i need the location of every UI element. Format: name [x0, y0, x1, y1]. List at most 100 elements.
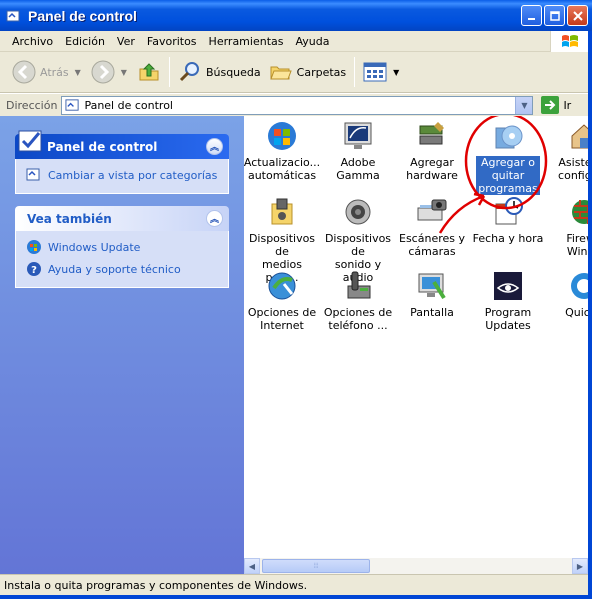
network-setup-item[interactable]: Asistenteconfigura	[546, 120, 588, 182]
status-text: Instala o quita programas y componentes …	[4, 578, 308, 592]
forward-button[interactable]	[87, 55, 119, 89]
folders-icon	[269, 66, 292, 80]
title-bar[interactable]: Panel de control	[0, 0, 592, 31]
menu-ver[interactable]: Ver	[111, 35, 141, 48]
menu-archivo[interactable]: Archivo	[6, 35, 59, 48]
views-dropdown-icon: ▼	[393, 67, 400, 77]
back-button[interactable]: Atrás	[8, 55, 73, 89]
phone-options-item[interactable]: Opciones de teléfono ...	[320, 270, 396, 332]
menu-ayuda[interactable]: Ayuda	[289, 35, 335, 48]
see-also-header[interactable]: Vea también ︽	[15, 206, 229, 231]
see-also-task-box: Vea también ︽ Windows Update ? Ayuda y s…	[15, 206, 229, 288]
control-panel-task-body: Cambiar a vista por categorías	[15, 159, 229, 194]
horizontal-scrollbar[interactable]: ◀ ⦙⦙⦙ ▶	[244, 558, 588, 574]
search-button[interactable]: Búsqueda	[174, 55, 265, 89]
window-border-right	[588, 31, 592, 599]
add-hardware-item[interactable]: Agregar hardware	[394, 120, 470, 182]
control-panel-large-icon	[18, 130, 42, 152]
windows-update-icon	[27, 240, 41, 254]
folders-label: Carpetas	[296, 65, 347, 79]
collapse-icon[interactable]: ︽	[206, 210, 223, 227]
switch-category-view-link[interactable]: Cambiar a vista por categorías	[26, 167, 218, 183]
collapse-icon[interactable]: ︽	[206, 138, 223, 155]
help-icon: ?	[27, 262, 41, 276]
address-dropdown-button[interactable]: ▼	[515, 96, 533, 114]
item-label: Fecha y hora	[472, 232, 544, 245]
internet-options-item[interactable]: Opciones de Internet	[244, 270, 320, 332]
adobe-gamma-item[interactable]: Adobe Gamma	[320, 120, 396, 182]
close-button[interactable]	[567, 5, 588, 26]
task-pane: Panel de control ︽ Cambiar a vista por c…	[0, 116, 244, 574]
folders-button[interactable]: Carpetas	[265, 55, 350, 89]
toolbar-separator	[168, 57, 170, 87]
svg-text:?: ?	[31, 265, 37, 276]
back-dropdown-icon[interactable]: ▼	[75, 68, 81, 77]
display-icon	[418, 273, 446, 300]
firewall-item[interactable]: FirewaWindo	[546, 196, 588, 258]
item-label: Program Updates	[484, 306, 532, 332]
menu-favoritos[interactable]: Favoritos	[141, 35, 203, 48]
windows-update-label: Windows Update	[48, 240, 141, 254]
automatic-updates-item[interactable]: Actualizacio... automáticas	[244, 120, 320, 182]
item-label: Actualizacio... automáticas	[244, 156, 321, 182]
date-time-icon	[495, 197, 523, 225]
scroll-right-button[interactable]: ▶	[572, 558, 588, 574]
switch-category-view-label: Cambiar a vista por categorías	[48, 168, 218, 182]
item-label: Agregar o quitar programas	[476, 156, 540, 195]
help-support-label: Ayuda y soporte técnico	[48, 262, 181, 276]
see-also-title: Vea también	[27, 211, 112, 226]
address-value: Panel de control	[84, 98, 173, 112]
address-label: Dirección	[6, 98, 58, 112]
item-label: FirewaWindo	[566, 232, 588, 258]
scroll-thumb[interactable]: ⦙⦙⦙	[262, 559, 370, 573]
menu-herramientas[interactable]: Herramientas	[203, 35, 290, 48]
windows-update-link[interactable]: Windows Update	[26, 239, 218, 255]
display-item[interactable]: Pantalla	[394, 270, 470, 319]
item-label: Pantalla	[410, 306, 454, 319]
menu-bar: Archivo Edición Ver Favoritos Herramient…	[0, 31, 592, 52]
up-folder-button[interactable]	[133, 55, 165, 89]
add-remove-programs-item[interactable]: Agregar o quitar programas	[470, 120, 546, 195]
go-label: Ir	[563, 98, 572, 112]
scroll-left-button[interactable]: ◀	[244, 558, 260, 574]
search-icon	[179, 62, 199, 82]
scroll-track[interactable]: ⦙⦙⦙	[260, 558, 572, 574]
category-view-icon	[26, 168, 40, 181]
control-panel-icon	[6, 10, 20, 21]
toolbar: Atrás ▼ ▼ Búsqueda Carpetas ▼	[0, 52, 592, 93]
network-setup-icon	[571, 124, 588, 149]
internet-options-icon	[268, 272, 296, 300]
automatic-updates-icon	[268, 122, 296, 150]
scanners-cameras-item[interactable]: Escáneres y cámaras	[394, 196, 470, 258]
menu-edicion[interactable]: Edición	[59, 35, 111, 48]
windows-logo	[550, 31, 588, 52]
item-label: Agregar hardware	[406, 156, 458, 182]
item-label: QuickT	[565, 306, 588, 319]
portable-media-icon	[271, 198, 293, 225]
window-title: Panel de control	[28, 7, 137, 24]
forward-arrow-icon	[91, 60, 115, 84]
firewall-icon	[572, 200, 588, 224]
control-panel-header[interactable]: Panel de control ︽	[15, 130, 229, 159]
search-label: Búsqueda	[205, 65, 261, 79]
toolbar-separator	[354, 57, 356, 87]
add-hardware-icon	[419, 122, 444, 145]
maximize-button[interactable]	[544, 5, 565, 26]
back-label: Atrás	[40, 65, 69, 79]
program-updates-item[interactable]: Program Updates	[470, 270, 546, 332]
windows-flag-icon	[561, 34, 578, 47]
help-support-link[interactable]: ? Ayuda y soporte técnico	[26, 261, 218, 277]
minimize-button[interactable]	[521, 5, 542, 26]
minimize-icon	[527, 17, 535, 20]
phone-options-icon	[347, 271, 371, 299]
close-icon	[572, 10, 583, 21]
forward-dropdown-icon[interactable]: ▼	[121, 68, 127, 77]
views-button[interactable]: ▼	[359, 55, 409, 89]
status-bar: Instala o quita programas y componentes …	[0, 574, 588, 595]
quicktime-item[interactable]: QuickT	[546, 270, 588, 319]
address-input[interactable]: Panel de control ▼	[61, 95, 534, 115]
views-icon	[363, 62, 387, 82]
go-button[interactable]: Ir	[541, 96, 571, 114]
date-time-item[interactable]: Fecha y hora	[470, 196, 546, 245]
maximize-icon	[549, 10, 560, 21]
